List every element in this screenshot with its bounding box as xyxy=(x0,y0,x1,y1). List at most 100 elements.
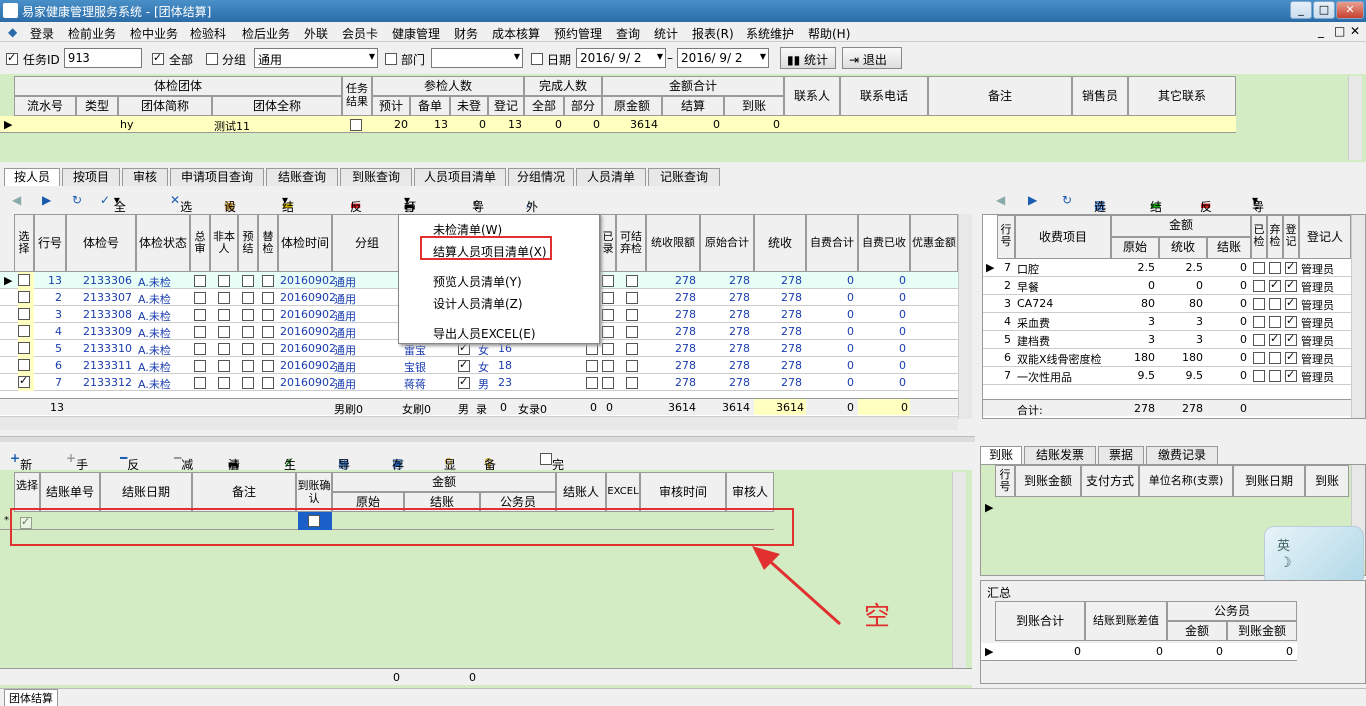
menu-system[interactable]: 系统维护 xyxy=(746,25,794,42)
new-settle-button[interactable]: + 新结 xyxy=(10,451,32,489)
person-row[interactable]: 7 2133312 A.未检 20160902通用 蒋蒋 男 23 278 278 278 0 0 xyxy=(0,374,958,391)
row-substitute-checkbox[interactable] xyxy=(262,325,274,338)
fee-checked-checkbox[interactable] xyxy=(1253,369,1265,382)
all-checkbox[interactable] xyxy=(152,51,164,65)
row-total-review-checkbox[interactable] xyxy=(194,325,206,338)
menu-query[interactable]: 查询 xyxy=(616,25,640,42)
row-waive-checkbox[interactable] xyxy=(626,308,638,321)
row-select-checkbox[interactable] xyxy=(18,289,34,306)
row-substitute-checkbox[interactable] xyxy=(262,359,274,372)
fee-reg-checkbox[interactable] xyxy=(1285,368,1297,382)
fee-waived-checkbox[interactable] xyxy=(1269,332,1281,346)
row-select-checkbox[interactable] xyxy=(18,357,34,374)
row-not-self-checkbox[interactable] xyxy=(218,325,230,338)
dept-checkbox[interactable] xyxy=(385,51,397,65)
stats-button[interactable]: ▮▮ 统计 xyxy=(780,47,836,69)
row-total-review-checkbox[interactable] xyxy=(194,359,206,372)
row-total-review-checkbox[interactable] xyxy=(194,291,206,304)
waive-button[interactable]: ━ 减免 xyxy=(174,451,193,489)
fee-checked-checkbox[interactable] xyxy=(1253,333,1265,346)
row-select-checkbox[interactable] xyxy=(18,306,34,323)
row-pre-settle-checkbox[interactable] xyxy=(242,342,254,355)
print-button[interactable]: 🖶 打印 ▾ xyxy=(404,193,416,231)
row-substitute-checkbox[interactable] xyxy=(262,274,274,287)
menu-lab[interactable]: 检验科 xyxy=(190,25,226,42)
tab-settle-query[interactable]: 结账查询 xyxy=(266,168,338,186)
fee-reg-checkbox[interactable] xyxy=(1285,332,1297,346)
task-id-checkbox[interactable] xyxy=(6,51,18,65)
manual-button[interactable]: + 手工 xyxy=(66,451,88,489)
row-recorded-checkbox[interactable] xyxy=(458,375,470,389)
group-select[interactable]: 通用 xyxy=(254,48,378,68)
row-waive-checkbox[interactable] xyxy=(626,291,638,304)
row-waive-checkbox[interactable] xyxy=(626,359,638,372)
fee-waived-checkbox[interactable] xyxy=(1269,369,1281,382)
exit-button[interactable]: ⇥ 退出 xyxy=(842,47,902,69)
fee-row[interactable]: 2 早餐 0 0 0 管理员 xyxy=(983,277,1351,295)
person-grid-scrollbar[interactable] xyxy=(958,214,972,419)
date-checkbox[interactable] xyxy=(531,51,543,65)
row-waive-checkbox[interactable] xyxy=(626,342,638,355)
fee-row[interactable]: 6 双能X线骨密度检 180 180 0 管理员 xyxy=(983,349,1351,367)
fee-row[interactable]: ▶ 7 口腔 2.5 2.5 0 管理员 xyxy=(983,259,1351,277)
menu-design-person-list[interactable]: 设计人员清单(Z) xyxy=(433,295,523,312)
row-select-checkbox[interactable] xyxy=(18,323,34,340)
row-pre-settle-checkbox[interactable] xyxy=(242,274,254,287)
close-button[interactable]: ✕ xyxy=(1336,1,1364,19)
group-checkbox[interactable] xyxy=(206,51,218,65)
row-total-review-checkbox[interactable] xyxy=(194,342,206,355)
row-not-self-checkbox[interactable] xyxy=(218,342,230,355)
group-grid-scrollbar[interactable] xyxy=(1348,76,1362,160)
date-to-input[interactable]: 2016/ 9/ 2 xyxy=(677,48,769,68)
person-row[interactable]: 6 2133311 A.未检 20160902通用 宝银 女 18 278 278 278 0 0 xyxy=(0,357,958,374)
group-row[interactable]: ▶ hy 测试11 20 13 0 13 0 0 3614 0 0 xyxy=(0,116,1236,133)
fee-checked-checkbox[interactable] xyxy=(1253,315,1265,328)
fee-waived-checkbox[interactable] xyxy=(1269,278,1281,292)
row-not-self-checkbox[interactable] xyxy=(218,291,230,304)
menu-outreach[interactable]: 外联 xyxy=(304,25,328,42)
row-pre-settle-checkbox[interactable] xyxy=(242,359,254,372)
row-entered-checkbox[interactable] xyxy=(602,291,614,304)
tab-group-info[interactable]: 分组情况 xyxy=(508,168,574,186)
row-entered-checkbox[interactable] xyxy=(602,359,614,372)
tab-ledger-query[interactable]: 记账查询 xyxy=(648,168,720,186)
row-substitute-checkbox[interactable] xyxy=(262,291,274,304)
tab-arrival[interactable]: 到账 xyxy=(980,446,1022,464)
row-select-checkbox[interactable] xyxy=(18,272,34,289)
menu-post-check[interactable]: 检后业务 xyxy=(242,25,290,42)
row-waive-checkbox[interactable] xyxy=(626,376,638,389)
menu-in-check[interactable]: 检中业务 xyxy=(130,25,178,42)
tab-apply-item-query[interactable]: 申请项目查询 xyxy=(170,168,264,186)
tab-person-item-list[interactable]: 人员项目清单 xyxy=(414,168,506,186)
tab-by-person[interactable]: 按人员 xyxy=(4,168,60,186)
row-waive-checkbox[interactable] xyxy=(626,325,638,338)
row-flag-checkbox[interactable] xyxy=(586,359,598,372)
bill-scrollbar[interactable] xyxy=(952,472,966,668)
tab-person-list[interactable]: 人员清单 xyxy=(576,168,646,186)
select-none-button[interactable]: ✕ 选空 xyxy=(170,193,192,231)
menu-login[interactable]: 登录 xyxy=(30,25,54,42)
reverse-settle-button[interactable]: ━ 反结 xyxy=(120,451,139,489)
row-total-review-checkbox[interactable] xyxy=(194,308,206,321)
row-pre-settle-checkbox[interactable] xyxy=(242,308,254,321)
row-entered-checkbox[interactable] xyxy=(602,308,614,321)
fee-row[interactable]: 5 建档费 3 3 0 管理员 xyxy=(983,331,1351,349)
fee-checked-checkbox[interactable] xyxy=(1253,297,1265,310)
row-substitute-checkbox[interactable] xyxy=(262,308,274,321)
fee-waived-checkbox[interactable] xyxy=(1269,315,1281,328)
row-not-self-checkbox[interactable] xyxy=(218,376,230,389)
menu-member-card[interactable]: 会员卡 xyxy=(342,25,378,42)
fee-reg-checkbox[interactable] xyxy=(1285,350,1297,364)
fee-back-icon[interactable]: ◀ xyxy=(996,193,1005,207)
forward-arrow-icon[interactable]: ▶ xyxy=(42,193,51,207)
tab-receipt[interactable]: 票据 xyxy=(1098,446,1144,464)
tab-by-item[interactable]: 按项目 xyxy=(62,168,120,186)
dept-select[interactable] xyxy=(431,48,523,68)
date-from-input[interactable]: 2016/ 9/ 2 xyxy=(576,48,666,68)
fee-row[interactable]: 4 采血费 3 3 0 管理员 xyxy=(983,313,1351,331)
row-total-review-checkbox[interactable] xyxy=(194,376,206,389)
back-arrow-icon[interactable]: ◀ xyxy=(12,193,21,207)
row-select-checkbox[interactable] xyxy=(18,340,34,357)
row-pre-settle-checkbox[interactable] xyxy=(242,376,254,389)
mdi-close-icon[interactable]: ✕ xyxy=(1350,24,1360,38)
